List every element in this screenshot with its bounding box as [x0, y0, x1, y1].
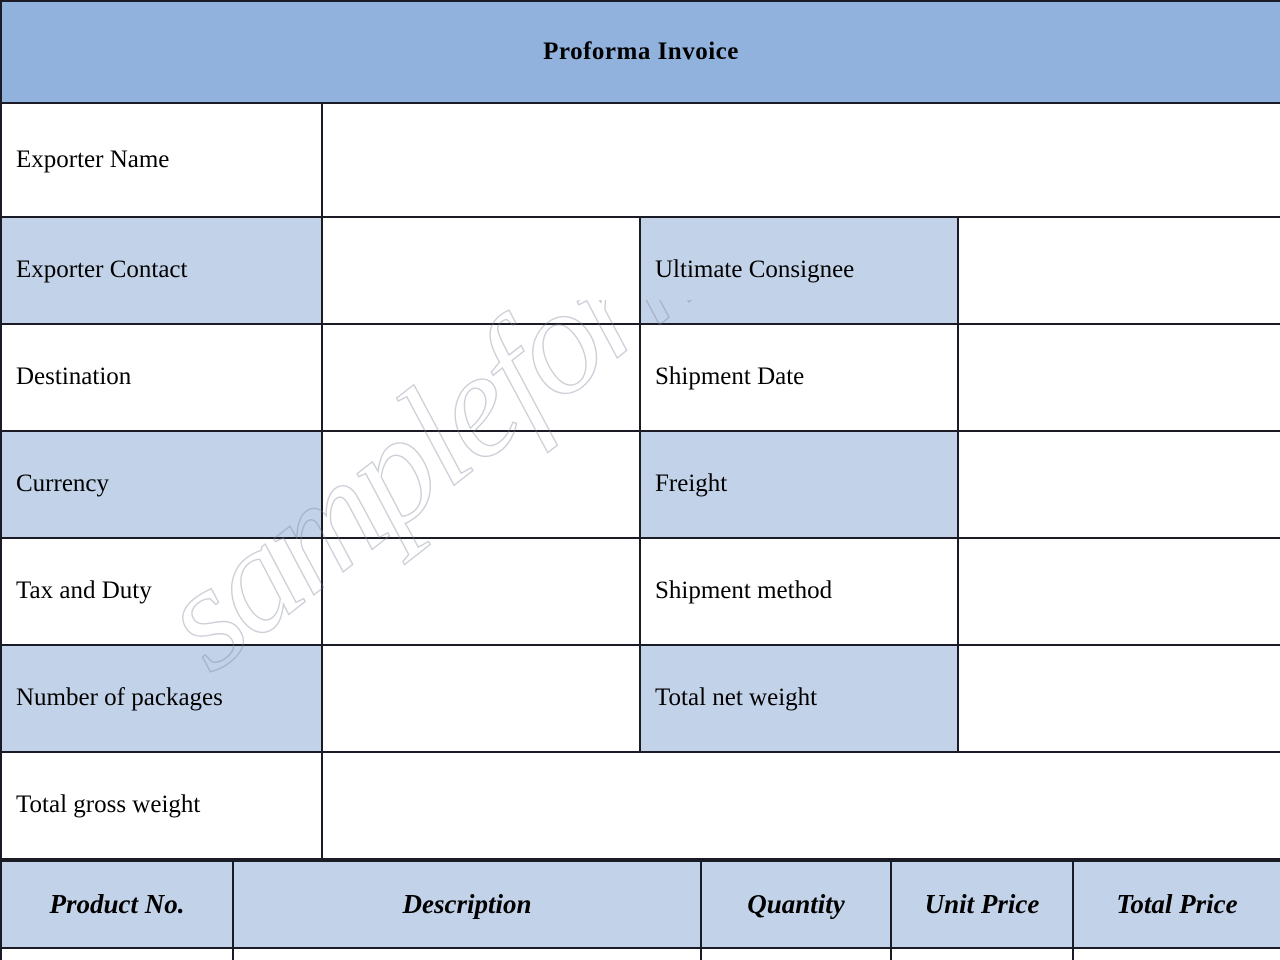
label-freight: Freight	[639, 430, 959, 539]
invoice-details-table: Proforma Invoice Exporter Name Exporter …	[0, 0, 1280, 860]
label-tax-and-duty: Tax and Duty	[0, 537, 323, 646]
label-exporter-contact: Exporter Contact	[0, 216, 323, 325]
value-ultimate-consignee[interactable]	[957, 216, 1280, 325]
row-tax-and-duty: Tax and Duty Shipment method	[0, 537, 1280, 646]
value-shipment-method[interactable]	[957, 537, 1280, 646]
column-header-unit-price: Unit Price	[890, 860, 1074, 949]
page-title: Proforma Invoice	[0, 0, 1280, 104]
value-shipment-date[interactable]	[957, 323, 1280, 432]
row-exporter-contact: Exporter Contact Ultimate Consignee	[0, 216, 1280, 325]
label-number-of-packages: Number of packages	[0, 644, 323, 753]
table-row	[0, 947, 1280, 960]
title-row: Proforma Invoice	[0, 0, 1280, 104]
cell-quantity[interactable]	[700, 947, 892, 960]
label-total-gross-weight: Total gross weight	[0, 751, 323, 860]
column-header-product-no: Product No.	[0, 860, 234, 949]
row-currency: Currency Freight	[0, 430, 1280, 539]
column-header-description: Description	[232, 860, 702, 949]
row-number-of-packages: Number of packages Total net weight	[0, 644, 1280, 753]
value-number-of-packages[interactable]	[321, 644, 641, 753]
row-exporter-name: Exporter Name	[0, 102, 1280, 218]
value-total-gross-weight[interactable]	[321, 751, 1280, 860]
cell-total-price[interactable]	[1072, 947, 1280, 960]
label-exporter-name: Exporter Name	[0, 102, 323, 218]
value-tax-and-duty[interactable]	[321, 537, 641, 646]
product-table-header-row: Product No. Description Quantity Unit Pr…	[0, 860, 1280, 949]
label-shipment-method: Shipment method	[639, 537, 959, 646]
proforma-invoice-form: sampleforms.com Proforma Invoice Exporte…	[0, 0, 1280, 960]
label-total-net-weight: Total net weight	[639, 644, 959, 753]
label-ultimate-consignee: Ultimate Consignee	[639, 216, 959, 325]
value-currency[interactable]	[321, 430, 641, 539]
value-exporter-name[interactable]	[321, 102, 1280, 218]
label-currency: Currency	[0, 430, 323, 539]
cell-description[interactable]	[232, 947, 702, 960]
product-line-items-table: Product No. Description Quantity Unit Pr…	[0, 860, 1280, 960]
row-total-gross-weight: Total gross weight	[0, 751, 1280, 860]
value-freight[interactable]	[957, 430, 1280, 539]
column-header-total-price: Total Price	[1072, 860, 1280, 949]
label-shipment-date: Shipment Date	[639, 323, 959, 432]
column-header-quantity: Quantity	[700, 860, 892, 949]
row-destination: Destination Shipment Date	[0, 323, 1280, 432]
label-destination: Destination	[0, 323, 323, 432]
value-exporter-contact[interactable]	[321, 216, 641, 325]
cell-unit-price[interactable]	[890, 947, 1074, 960]
value-destination[interactable]	[321, 323, 641, 432]
cell-product-no[interactable]	[0, 947, 234, 960]
value-total-net-weight[interactable]	[957, 644, 1280, 753]
